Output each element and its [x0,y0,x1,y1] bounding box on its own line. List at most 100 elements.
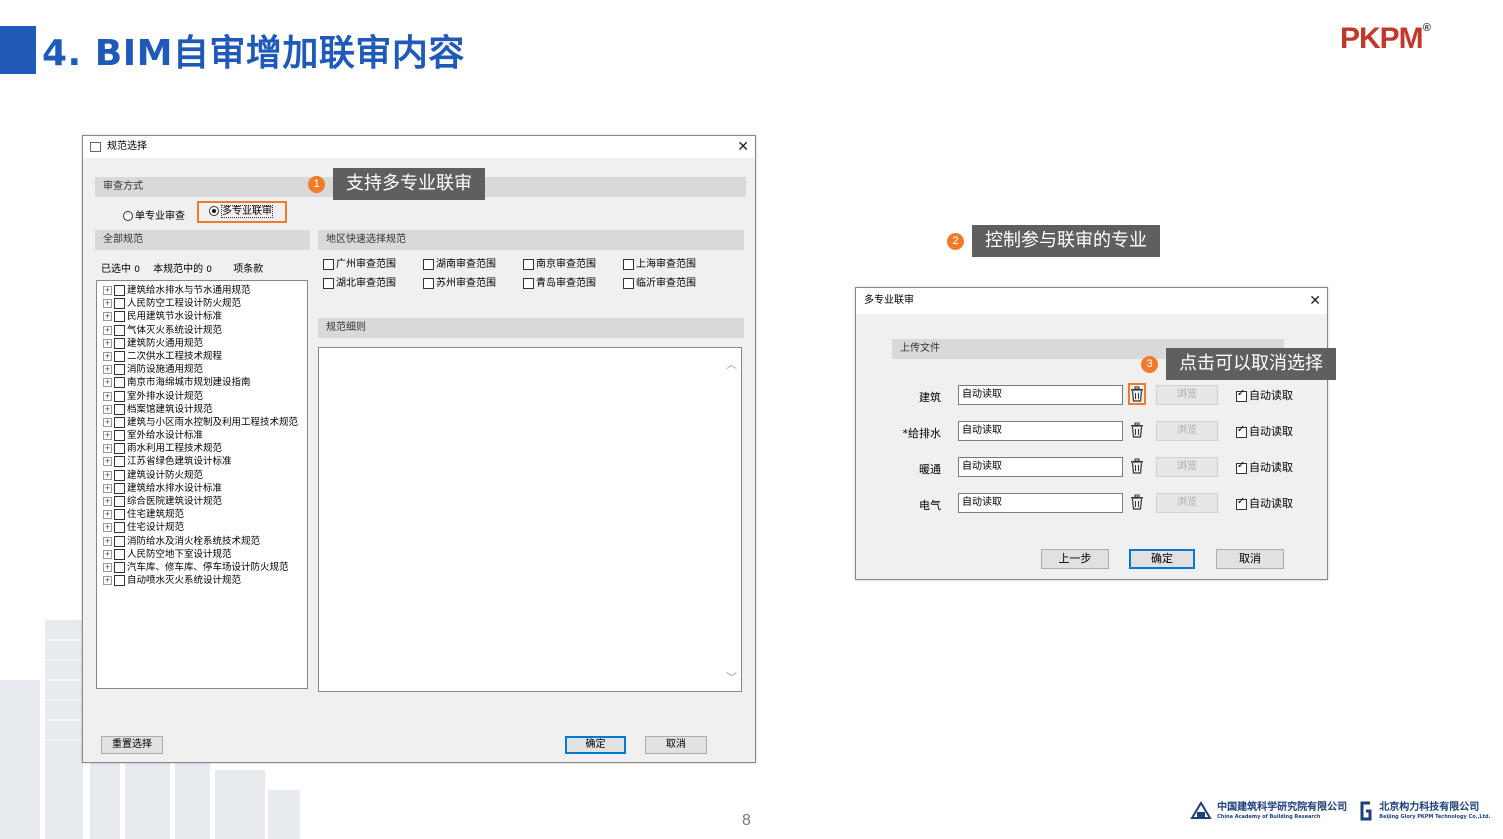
checkbox-icon[interactable] [114,324,125,336]
expand-icon[interactable]: + [103,417,112,427]
checkbox-icon[interactable] [114,443,125,455]
spec-tree-item[interactable]: + 建筑防火通用规范 [103,337,307,350]
expand-icon[interactable]: + [103,576,112,586]
spec-tree-item[interactable]: + 人民防空工程设计防火规范 [103,297,307,310]
spec-tree-item[interactable]: + 室外排水设计规范 [103,390,307,403]
cancel-button[interactable]: 取消 [645,736,707,754]
delete-button[interactable] [1128,419,1146,441]
spec-tree-item[interactable]: + 自动喷水灭火系统设计规范 [103,574,307,587]
region-checkbox[interactable]: 湖北审查范围 [323,274,396,289]
auto-read-checkbox[interactable]: 自动读取 [1236,495,1293,511]
expand-icon[interactable]: + [103,444,112,454]
checkbox-icon[interactable] [114,496,125,507]
spec-tree-item[interactable]: + 室外给水设计标准 [103,429,307,442]
expand-icon[interactable]: + [103,549,112,559]
spec-tree[interactable]: + 建筑给水排水与节水通用规范 + 人民防空工程设计防火规范 + 民用建筑节水设计标准 + 气… [96,280,308,689]
radio-multi-review[interactable]: 多专业联审 [197,201,287,223]
spec-tree-item[interactable]: + 南京市海绵城市规划建设指南 [103,376,307,389]
region-checkbox[interactable]: 湖南审查范围 [423,255,496,270]
expand-icon[interactable]: + [103,510,112,520]
checkbox-icon[interactable] [114,298,125,310]
checkbox-icon[interactable] [114,575,125,587]
auto-read-checkbox[interactable]: 自动读取 [1236,459,1293,475]
scrollbar-up-arrow[interactable]: ︿ [726,356,737,372]
browse-button[interactable]: 浏览 [1156,493,1218,513]
checkbox-icon[interactable] [114,403,125,415]
spec-tree-item[interactable]: + 民用建筑节水设计标准 [103,310,307,323]
expand-icon[interactable]: + [103,497,112,506]
checkbox-icon[interactable] [114,561,125,573]
checkbox-icon[interactable] [114,548,125,560]
checkbox-icon[interactable] [114,364,125,376]
spec-tree-item[interactable]: + 江苏省绿色建筑设计标准 [103,455,307,468]
expand-icon[interactable]: + [103,365,112,375]
region-checkbox[interactable]: 广州审查范围 [323,255,396,270]
prev-step-button[interactable]: 上一步 [1041,549,1109,569]
reset-selection-button[interactable]: 重置选择 [101,736,163,754]
delete-button[interactable] [1128,455,1146,477]
file-path-field[interactable]: 自动读取 [958,457,1123,477]
expand-icon[interactable]: + [103,378,112,388]
ok-button[interactable]: 确定 [1129,549,1195,569]
auto-read-checkbox[interactable]: 自动读取 [1236,387,1293,403]
checkbox-icon[interactable] [114,337,125,349]
spec-tree-item[interactable]: + 建筑与小区雨水控制及利用工程技术规范 [103,416,307,429]
spec-tree-item[interactable]: + 消防设施通用规范 [103,363,307,376]
checkbox-icon[interactable] [114,456,125,468]
expand-icon[interactable]: + [103,523,112,533]
spec-tree-item[interactable]: + 二次供水工程技术规程 [103,350,307,363]
delete-button[interactable] [1128,383,1146,405]
checkbox-icon[interactable] [114,377,125,389]
ok-button[interactable]: 确定 [565,736,626,754]
region-checkbox[interactable]: 南京审查范围 [523,255,596,270]
checkbox-icon[interactable] [114,416,125,428]
checkbox-icon[interactable] [114,509,125,521]
expand-icon[interactable]: + [103,457,112,467]
region-checkbox[interactable]: 青岛审查范围 [523,274,596,289]
spec-tree-item[interactable]: + 消防给水及消火栓系统技术规范 [103,535,307,548]
region-checkbox[interactable]: 苏州审查范围 [423,274,496,289]
expand-icon[interactable]: + [103,431,112,441]
spec-tree-item[interactable]: + 住宅建筑规范 [103,508,307,521]
region-checkbox[interactable]: 临沂审查范围 [623,274,696,289]
cancel-button[interactable]: 取消 [1216,549,1284,569]
spec-detail-panel[interactable]: ︿ ﹀ [318,347,742,692]
expand-icon[interactable]: + [103,483,112,493]
checkbox-icon[interactable] [114,482,125,494]
expand-icon[interactable]: + [103,299,112,309]
expand-icon[interactable]: + [103,286,112,295]
spec-tree-item[interactable]: + 档案馆建筑设计规范 [103,403,307,416]
expand-icon[interactable]: + [103,351,112,361]
spec-tree-item[interactable]: + 气体灭火系统设计规范 [103,324,307,337]
file-path-field[interactable]: 自动读取 [958,421,1123,441]
file-path-field[interactable]: 自动读取 [958,493,1123,513]
checkbox-icon[interactable] [114,350,125,362]
spec-tree-item[interactable]: + 建筑设计防火规范 [103,469,307,482]
close-icon[interactable]: ✕ [1309,288,1321,314]
browse-button[interactable]: 浏览 [1156,385,1218,405]
expand-icon[interactable]: + [103,536,112,546]
delete-button[interactable] [1128,491,1146,513]
browse-button[interactable]: 浏览 [1156,421,1218,441]
spec-tree-item[interactable]: + 住宅设计规范 [103,521,307,534]
region-checkbox[interactable]: 上海审查范围 [623,255,696,270]
auto-read-checkbox[interactable]: 自动读取 [1236,423,1293,439]
scrollbar-down-arrow[interactable]: ﹀ [726,669,737,685]
expand-icon[interactable]: + [103,562,112,572]
file-path-field[interactable]: 自动读取 [958,385,1123,405]
spec-tree-item[interactable]: + 建筑给水排水与节水通用规范 [103,284,307,297]
browse-button[interactable]: 浏览 [1156,457,1218,477]
expand-icon[interactable]: + [103,312,112,322]
spec-tree-item[interactable]: + 汽车库、修车库、停车场设计防火规范 [103,561,307,574]
spec-tree-item[interactable]: + 雨水利用工程技术规范 [103,442,307,455]
spec-tree-item[interactable]: + 综合医院建筑设计规范 [103,495,307,508]
checkbox-icon[interactable] [114,469,125,481]
checkbox-icon[interactable] [114,390,125,402]
expand-icon[interactable]: + [103,338,112,348]
checkbox-icon[interactable] [114,285,125,296]
close-icon[interactable]: ✕ [737,136,749,158]
expand-icon[interactable]: + [103,404,112,414]
checkbox-icon[interactable] [114,311,125,323]
radio-single-review[interactable]: 单专业审查 [123,207,185,222]
checkbox-icon[interactable] [114,522,125,534]
